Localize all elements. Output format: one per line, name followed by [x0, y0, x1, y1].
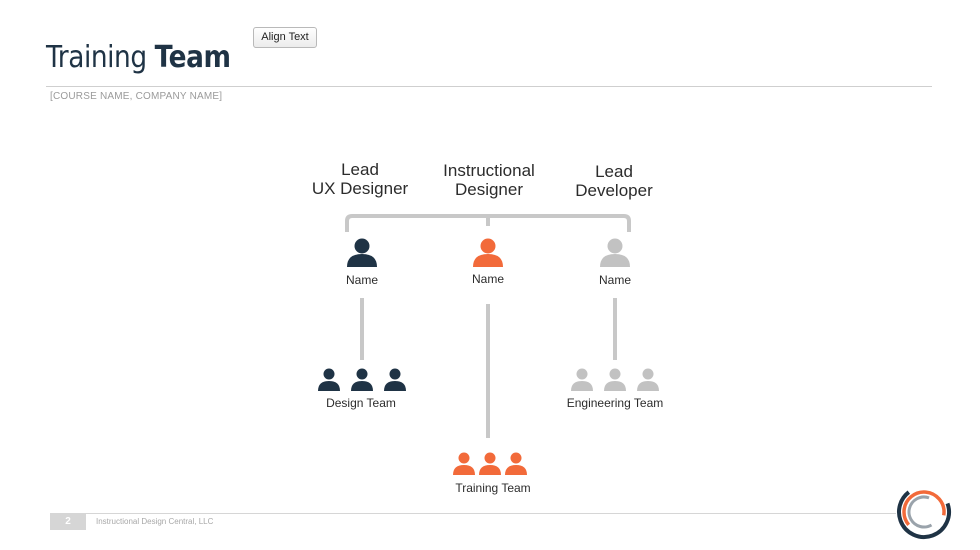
footer-company: Instructional Design Central, LLC	[96, 517, 214, 526]
role-line2: UX Designer	[311, 179, 409, 198]
role-line1: Lead	[595, 162, 633, 181]
page-number: 2	[50, 513, 86, 530]
subtitle: [COURSE NAME, COMPANY NAME]	[50, 91, 223, 102]
people-group-icon-training	[453, 452, 527, 475]
align-text-button[interactable]: Align Text	[253, 27, 317, 48]
connector-instructional	[486, 304, 490, 438]
person-icon-ux	[347, 238, 377, 267]
role-line2: Developer	[575, 181, 653, 200]
connector-developer	[613, 298, 617, 360]
people-group-icon-design	[318, 368, 406, 391]
team-label-training: Training Team	[455, 481, 531, 495]
role-title-instructional: Instructional Designer	[429, 161, 549, 199]
role-title-ux: Lead UX Designer	[300, 160, 420, 198]
footer-divider	[86, 513, 896, 514]
header-divider	[46, 86, 932, 87]
company-logo-icon	[897, 485, 951, 539]
role-bracket	[345, 214, 631, 232]
role-line1: Lead	[341, 160, 379, 179]
role-name-ux: Name	[345, 273, 378, 287]
role-line2: Designer	[454, 180, 524, 199]
team-label-engineering: Engineering Team	[566, 396, 664, 410]
role-title-developer: Lead Developer	[554, 162, 674, 200]
page-title: Training Team	[46, 40, 231, 75]
title-bold: Team	[154, 40, 231, 75]
team-label-design: Design Team	[326, 396, 396, 410]
title-regular: Training	[46, 40, 147, 75]
people-group-icon-engineering	[571, 368, 659, 391]
connector-ux	[360, 298, 364, 360]
role-line1: Instructional	[443, 161, 535, 180]
role-name-developer: Name	[598, 273, 631, 287]
person-icon-instructional	[473, 238, 503, 267]
role-name-instructional: Name	[471, 272, 504, 286]
person-icon-developer	[600, 238, 630, 267]
